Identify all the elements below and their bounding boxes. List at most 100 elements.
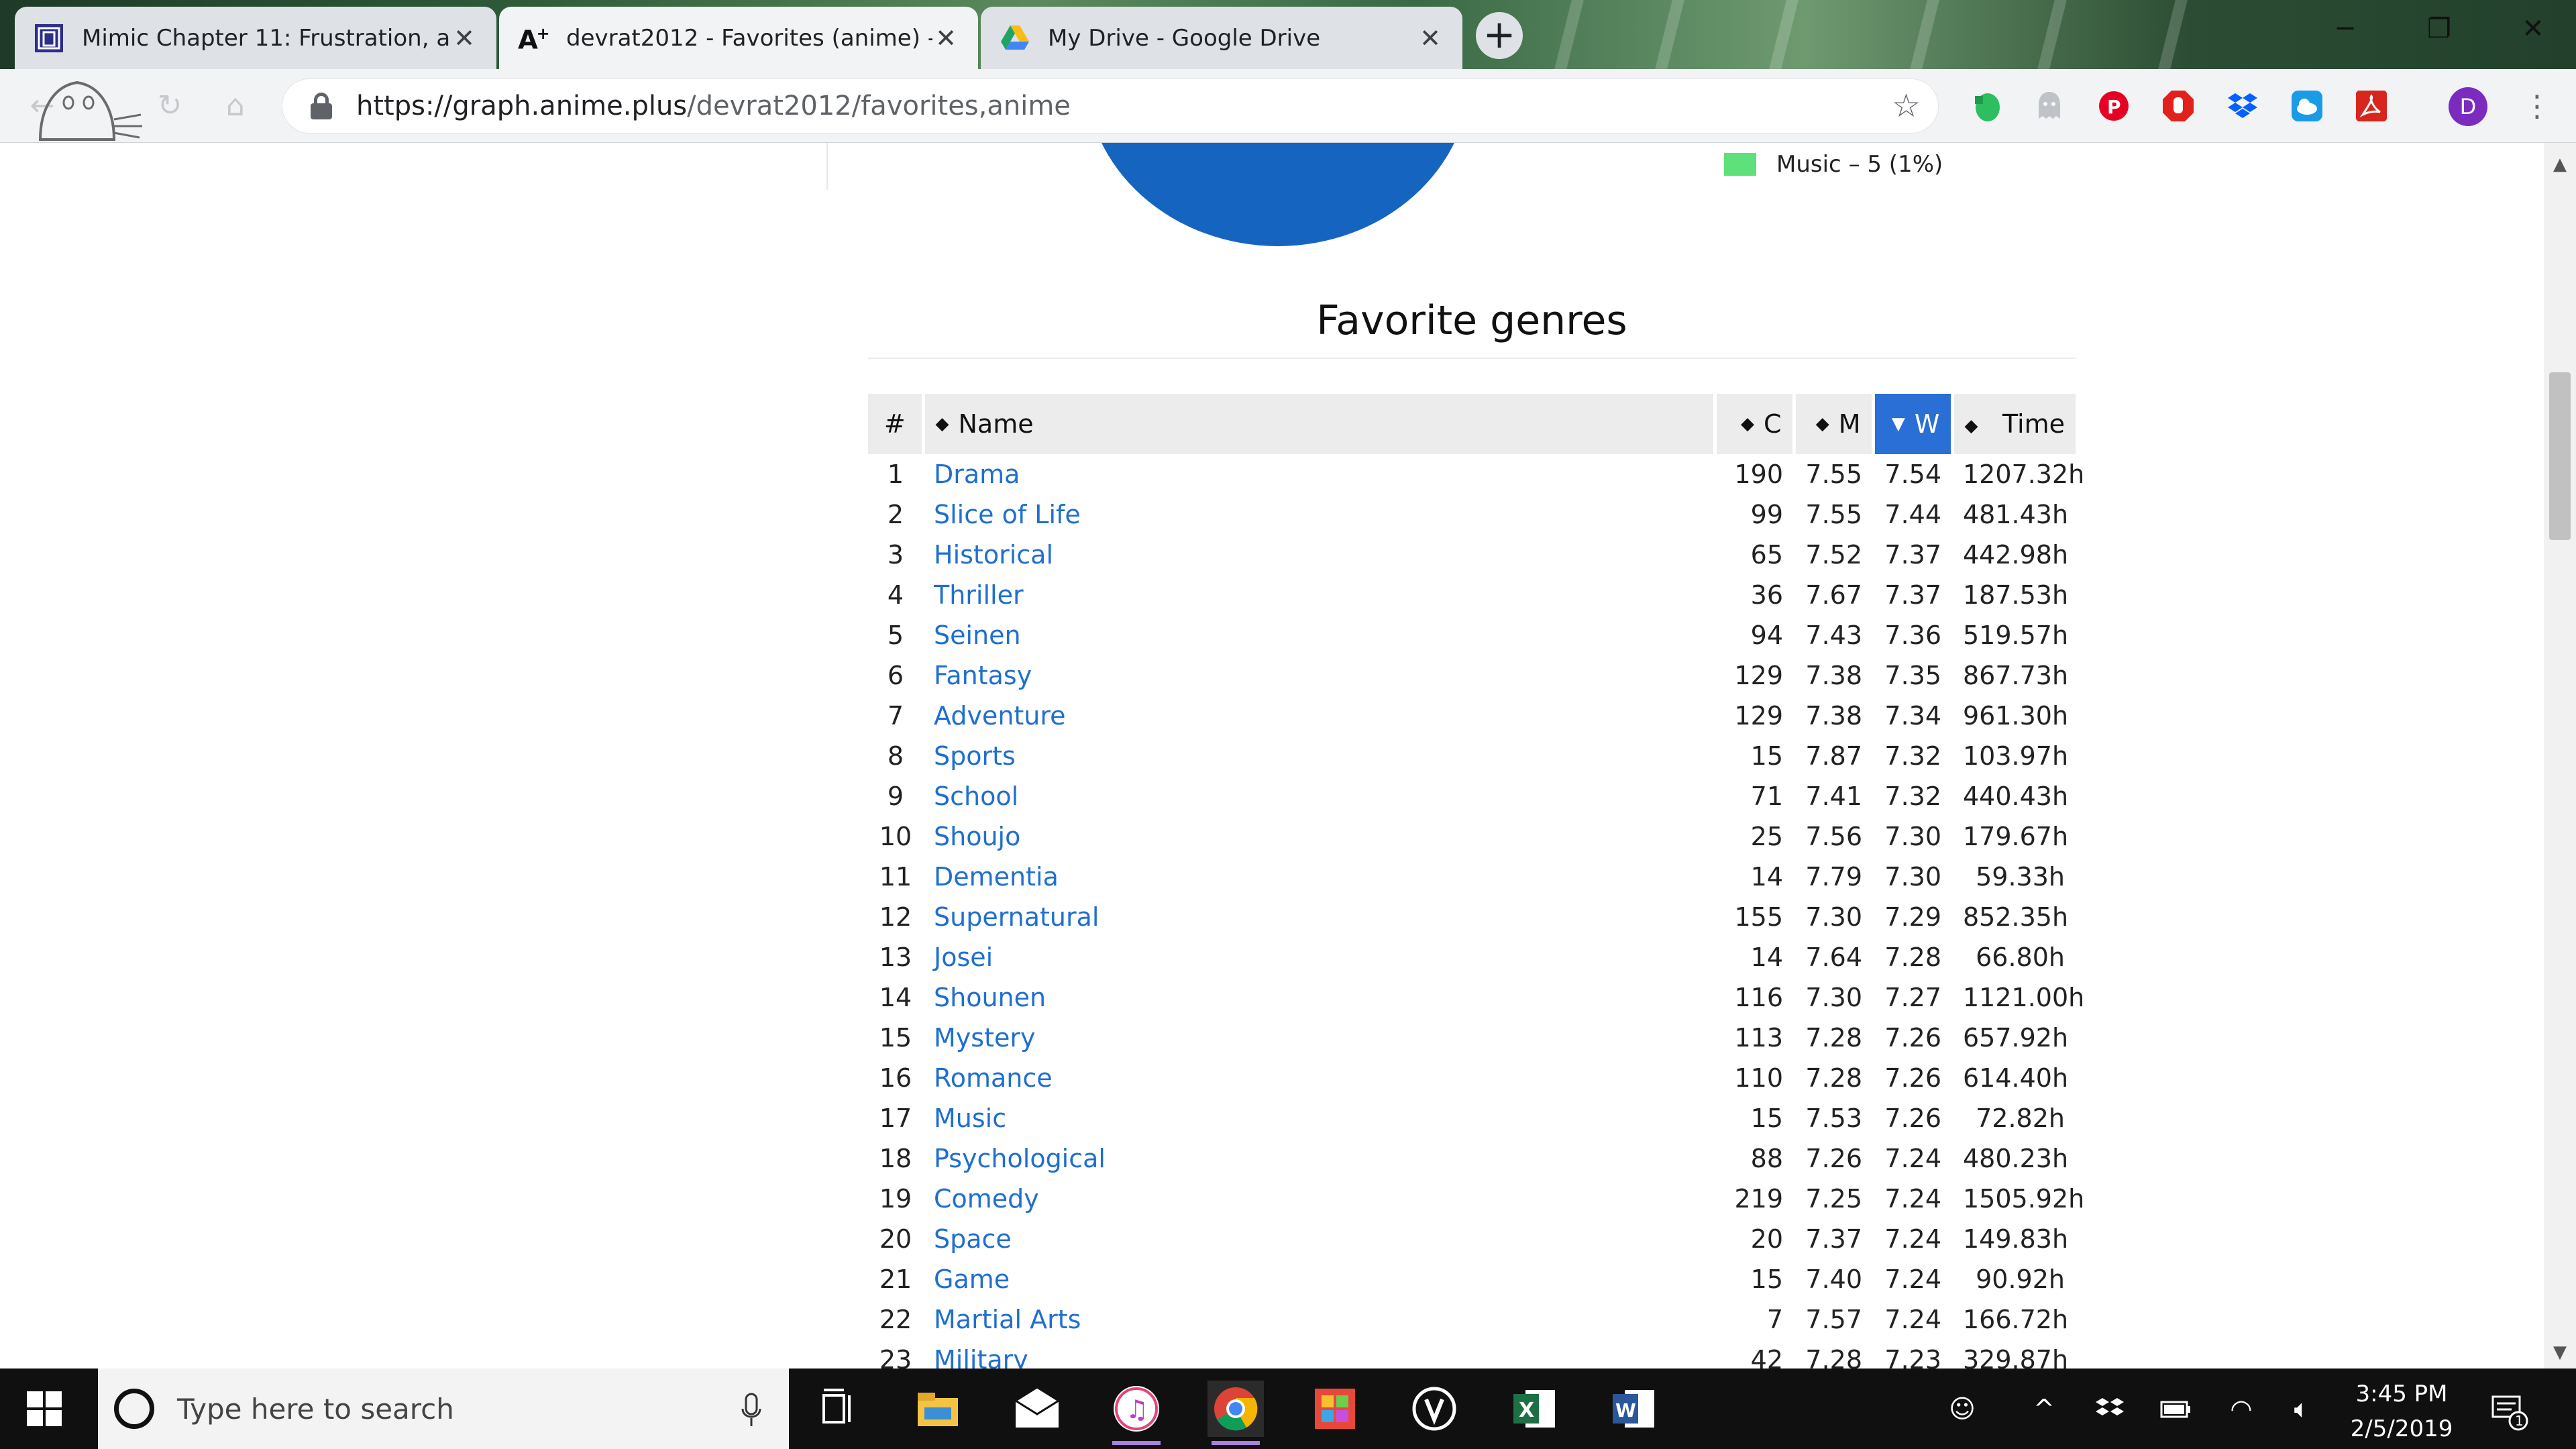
- acrobat-extension-icon[interactable]: [2355, 89, 2388, 123]
- dropbox-extension-icon[interactable]: [2226, 89, 2259, 123]
- close-icon[interactable]: ✕: [932, 25, 959, 52]
- genre-link[interactable]: Seinen: [934, 621, 1021, 650]
- photo-app-icon[interactable]: [1307, 1381, 1363, 1437]
- address-bar[interactable]: https://graph.anime.plus/devrat2012/favo…: [282, 78, 1939, 133]
- home-icon[interactable]: ⌂: [213, 84, 258, 128]
- tab-strip: Mimic Chapter 11: Frustration, a ✕ A + de…: [0, 0, 2576, 69]
- vectr-icon[interactable]: [1406, 1381, 1462, 1437]
- bookmark-star-icon[interactable]: ☆: [1892, 89, 1921, 123]
- genre-name: Comedy: [923, 1179, 1715, 1219]
- column-header-c[interactable]: ◆ C: [1715, 394, 1796, 454]
- pinterest-extension-icon[interactable]: P: [2097, 89, 2131, 123]
- wifi-icon[interactable]: ◠: [2224, 1395, 2258, 1422]
- volume-icon[interactable]: 🔈︎: [2285, 1395, 2318, 1422]
- column-header-w[interactable]: ▼ W: [1873, 394, 1954, 454]
- genre-name: Dementia: [923, 857, 1715, 897]
- genre-weighted-score: 7.24: [1884, 1144, 1941, 1173]
- genre-mean-score: 7.55: [1805, 460, 1862, 489]
- genre-link[interactable]: Historical: [934, 540, 1053, 570]
- genre-time: 103.97h: [1963, 741, 2069, 771]
- favorite-genres-table: # ◆ Name ◆ C ◆ M ▼ W ◆ Time 1 Drama 190 7.55 7.54…: [868, 394, 2084, 1368]
- genre-link[interactable]: Thriller: [934, 580, 1024, 610]
- column-header-time[interactable]: ◆ Time: [1952, 394, 2076, 454]
- genre-link[interactable]: Fantasy: [934, 661, 1032, 690]
- word-icon[interactable]: W: [1605, 1381, 1661, 1437]
- microphone-icon[interactable]: [741, 1393, 762, 1428]
- people-icon[interactable]: ☺: [1945, 1395, 1979, 1422]
- excel-icon[interactable]: X: [1505, 1381, 1562, 1437]
- ghostery-extension-icon[interactable]: [2033, 89, 2066, 123]
- genre-link[interactable]: Military: [934, 1345, 1028, 1368]
- menu-kebab-icon[interactable]: ⋮: [2522, 87, 2552, 126]
- genre-link[interactable]: Drama: [934, 460, 1020, 489]
- genre-link[interactable]: Adventure: [934, 701, 1066, 731]
- battery-icon[interactable]: [2159, 1395, 2192, 1422]
- genre-link[interactable]: Mystery: [934, 1023, 1035, 1053]
- onedrive-extension-icon[interactable]: [2290, 89, 2324, 123]
- genre-link[interactable]: Slice of Life: [934, 500, 1081, 529]
- genre-time: 480.23h: [1963, 1144, 2069, 1173]
- new-tab-button[interactable]: +: [1476, 12, 1523, 59]
- genre-mean-score: 7.30: [1805, 902, 1862, 932]
- close-icon[interactable]: ✕: [1417, 25, 1444, 52]
- genre-link[interactable]: Martial Arts: [934, 1305, 1081, 1334]
- clock-time[interactable]: 3:45 PM: [2341, 1381, 2462, 1407]
- chrome-app[interactable]: [1208, 1381, 1264, 1445]
- genre-name: Shoujo: [923, 816, 1715, 857]
- scroll-down-icon[interactable]: ▼: [2544, 1339, 2576, 1366]
- genre-link[interactable]: Space: [934, 1224, 1012, 1254]
- itunes-app[interactable]: ♫: [1108, 1381, 1165, 1445]
- close-icon[interactable]: ✕: [451, 25, 478, 52]
- genre-link[interactable]: Supernatural: [934, 902, 1099, 932]
- itunes-icon: ♫: [1114, 1386, 1159, 1432]
- genre-link[interactable]: Game: [934, 1265, 1010, 1294]
- genre-link[interactable]: Shoujo: [934, 822, 1020, 851]
- genre-link[interactable]: Psychological: [934, 1144, 1106, 1173]
- genre-name: Seinen: [923, 615, 1715, 655]
- task-view-icon[interactable]: [809, 1381, 865, 1437]
- clock-date[interactable]: 2/5/2019: [2341, 1415, 2462, 1442]
- genre-weighted-score: 7.26: [1884, 1104, 1941, 1133]
- adblock-extension-icon[interactable]: [2161, 89, 2195, 123]
- mail-icon[interactable]: [1009, 1381, 1065, 1437]
- tab-google-drive[interactable]: My Drive - Google Drive ✕: [981, 7, 1462, 69]
- genre-mean-score: 7.28: [1805, 1023, 1862, 1053]
- genre-weighted-score: 7.26: [1884, 1063, 1941, 1093]
- minimize-icon[interactable]: ─: [2298, 0, 2392, 58]
- column-header-name[interactable]: ◆ Name: [923, 394, 1717, 454]
- restore-icon[interactable]: ❐: [2392, 0, 2486, 58]
- profile-avatar[interactable]: D: [2449, 87, 2487, 126]
- genre-link[interactable]: Shounen: [934, 983, 1046, 1012]
- genre-link[interactable]: Comedy: [934, 1184, 1039, 1214]
- action-center-icon[interactable]: 1: [2489, 1391, 2529, 1432]
- genre-link[interactable]: Romance: [934, 1063, 1053, 1093]
- evernote-extension-icon[interactable]: [1970, 89, 2003, 123]
- show-hidden-icons-icon[interactable]: ^: [2027, 1395, 2061, 1422]
- table-row: 1 Drama 190 7.55 7.54 1207.32h: [868, 454, 2084, 494]
- tab-mimic[interactable]: Mimic Chapter 11: Frustration, a ✕: [15, 7, 496, 69]
- column-header-rank: #: [868, 394, 925, 454]
- genre-time: 179.67h: [1963, 822, 2069, 851]
- scroll-up-icon[interactable]: ▲: [2544, 151, 2576, 178]
- genre-name: Military: [923, 1340, 1715, 1368]
- reload-icon[interactable]: ↻: [148, 84, 192, 128]
- genre-link[interactable]: School: [934, 782, 1018, 811]
- taskbar-search-box[interactable]: Type here to search: [98, 1368, 789, 1449]
- genre-link[interactable]: Dementia: [934, 862, 1059, 892]
- page-content: Music – 5 (1%) Favorite genres # ◆ Name ◆…: [0, 143, 2544, 1368]
- genre-link[interactable]: Josei: [934, 943, 993, 972]
- windows-start-icon[interactable]: [27, 1391, 62, 1426]
- tab-title: Mimic Chapter 11: Frustration, a: [82, 24, 451, 52]
- file-explorer-icon[interactable]: [910, 1381, 966, 1437]
- window-close-icon[interactable]: ✕: [2486, 0, 2576, 58]
- dropbox-tray-icon[interactable]: [2093, 1395, 2127, 1422]
- browser-toolbar: ← ↻ ⌂ https://graph.anime.plus/devrat201…: [0, 69, 2576, 143]
- genre-link[interactable]: Sports: [934, 741, 1016, 771]
- genre-link[interactable]: Music: [934, 1104, 1006, 1133]
- scrollbar-thumb[interactable]: [2549, 372, 2571, 540]
- tab-favorites-anime[interactable]: A + devrat2012 - Favorites (anime) - ✕: [499, 7, 978, 69]
- svg-text:+: +: [537, 23, 549, 42]
- column-header-m[interactable]: ◆ M: [1794, 394, 1875, 454]
- page-scrollbar[interactable]: ▲ ▼: [2544, 143, 2576, 1368]
- genre-weighted-score: 7.32: [1884, 782, 1941, 811]
